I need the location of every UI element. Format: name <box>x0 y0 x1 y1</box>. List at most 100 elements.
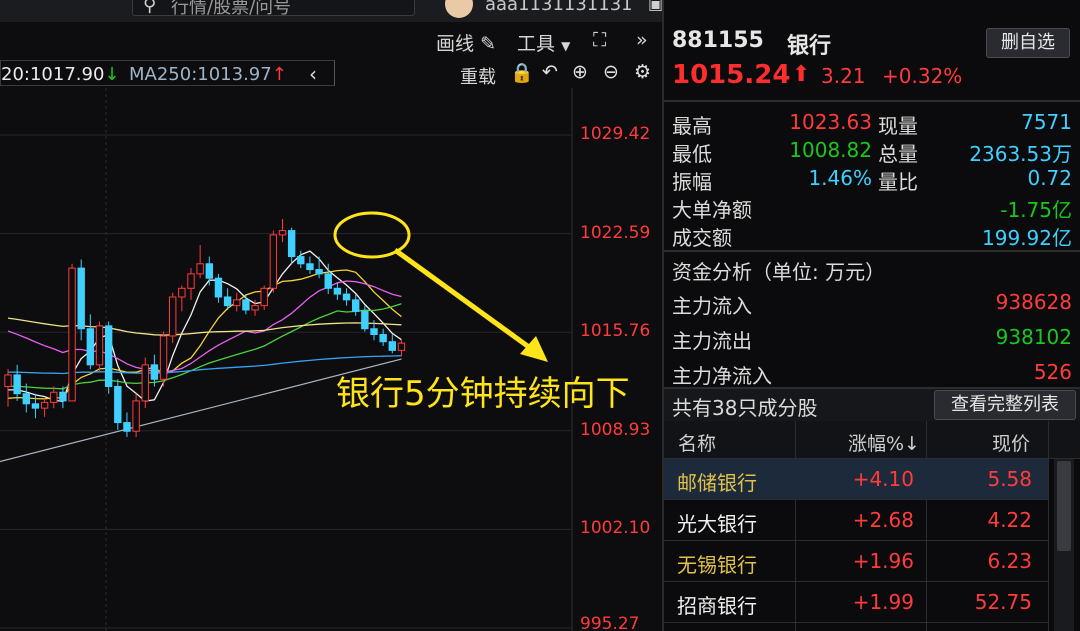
price-change-pct: +0.32% <box>882 64 963 88</box>
table-row[interactable]: 招商银行 +1.99 52.75 <box>664 582 1048 623</box>
col-change-header[interactable]: 涨幅%↓ <box>848 429 920 456</box>
change-cell: +1.96 <box>852 549 914 573</box>
indicator-row: 20:1017.90↓ MA250:1013.97↑ ‹ 重载 🔒 ↶ ⊕ ⊖ … <box>0 58 662 88</box>
view-full-list-button[interactable]: 查看完整列表 <box>934 390 1076 420</box>
zoom-in-icon[interactable]: ⊕ <box>572 61 588 83</box>
big-order-net-label: 大单净额 <box>672 198 752 222</box>
candle <box>13 374 21 395</box>
lock-icon[interactable]: 🔒 <box>510 61 534 84</box>
search-placeholder: 行情/股票/问号 <box>171 0 292 18</box>
turnover-label: 成交额 <box>672 226 732 250</box>
stat-value: 1.46% <box>808 166 872 190</box>
stock-name: 银行 <box>787 34 832 59</box>
table-row[interactable]: 邮储银行 +4.10 5.58 <box>664 459 1048 500</box>
tools-label: 工具 <box>517 33 556 55</box>
candle <box>223 296 232 307</box>
candle <box>95 325 104 366</box>
candle <box>233 299 241 307</box>
ma-values-box: 20:1017.90↓ MA250:1013.97↑ ‹ <box>0 60 335 86</box>
search-input[interactable]: ⚲ 行情/股票/问号 <box>132 0 415 18</box>
column-divider <box>1048 421 1049 631</box>
table-row[interactable]: 光大银行 +2.68 4.22 <box>664 500 1048 541</box>
col-price-header[interactable]: 现价 <box>992 429 1030 456</box>
candle <box>205 263 214 279</box>
col-name-header[interactable]: 名称 <box>678 429 716 456</box>
up-arrow-icon: ↑ <box>271 64 287 85</box>
candle <box>114 385 122 424</box>
candle <box>196 263 204 275</box>
candle <box>22 393 31 405</box>
candle <box>352 299 360 312</box>
candle <box>370 328 378 336</box>
candle <box>278 230 287 236</box>
fund-analysis-title: 资金分析（单位: 万元） <box>672 260 886 284</box>
fullscreen-icon[interactable]: ⛶ <box>593 29 606 51</box>
window-icon[interactable]: ▣ <box>648 0 663 13</box>
main-inflow-label: 主力流入 <box>672 294 752 318</box>
chart-toolbar: 画线 ✎ 工具 ▼ ⛶ » <box>0 26 662 56</box>
price-cell: 5.58 <box>987 467 1032 491</box>
candle <box>315 269 323 275</box>
quote-panel: 881155 银行 删自选 1015.24 ⬆ 3.21 +0.32% 最高 1… <box>662 0 1080 631</box>
candle <box>242 299 250 311</box>
candle <box>123 422 131 432</box>
candle <box>333 287 342 295</box>
candle <box>141 364 149 402</box>
candle <box>159 335 168 380</box>
undo-icon[interactable]: ↶ <box>542 61 558 83</box>
price-axis-label: 1029.42 <box>580 124 651 144</box>
price-cell: 6.23 <box>987 549 1032 573</box>
candle <box>77 267 85 330</box>
stat-value: 1008.82 <box>789 138 872 162</box>
main-outflow-value: 938102 <box>995 325 1072 349</box>
constituents-header: 共有38只成分股 查看完整列表 <box>664 389 1080 421</box>
search-icon: ⚲ <box>143 0 157 16</box>
reload-button[interactable]: 重载 <box>460 63 496 89</box>
stock-code: 881155 <box>672 28 764 53</box>
caret-down-icon: ▼ <box>561 39 571 53</box>
candle <box>86 328 95 366</box>
username[interactable]: aaa1131131131 <box>485 0 633 15</box>
stat-value: 0.72 <box>1027 166 1072 190</box>
stat-value: 7571 <box>1021 110 1072 134</box>
ma250-value: MA250:1013.97↑ <box>129 64 287 85</box>
candle <box>50 391 58 403</box>
price-axis-label: 995.27 <box>580 614 640 631</box>
candle <box>169 296 177 337</box>
last-price: 1015.24 <box>672 60 791 90</box>
stat-label: 最低 <box>672 142 712 166</box>
stat-label: 最高 <box>672 114 712 138</box>
table-row[interactable]: 无锡银行 +1.96 6.23 <box>664 541 1048 582</box>
candle <box>260 287 268 307</box>
constituents-table: 名称 涨幅%↓ 现价 邮储银行 +4.10 5.58 光大银行 +2.68 4.… <box>664 421 1080 631</box>
change-cell: +1.99 <box>852 590 914 614</box>
price-axis-label: 1022.59 <box>580 223 651 243</box>
draw-line-button[interactable]: 画线 ✎ <box>436 29 496 56</box>
price-cell: 52.75 <box>974 590 1032 614</box>
remove-watchlist-button[interactable]: 删自选 <box>986 28 1070 58</box>
candle <box>306 263 314 271</box>
change-cell: +2.68 <box>852 508 914 532</box>
chart-panel: ⚲ 行情/股票/问号 aaa1131131131 ▣ 画线 ✎ 工具 ▼ ⛶ »… <box>0 0 663 631</box>
main-inflow-value: 938628 <box>995 290 1072 314</box>
candle <box>342 293 351 301</box>
candle <box>287 230 296 258</box>
candle <box>251 305 259 311</box>
candlestick-chart[interactable] <box>0 88 662 631</box>
candle <box>361 310 369 330</box>
scrollbar[interactable] <box>1054 459 1074 631</box>
candle <box>187 273 195 289</box>
stock-name-cell: 招商银行 <box>677 594 757 618</box>
price-change: 3.21 <box>821 64 866 88</box>
gear-icon[interactable]: ⚙ <box>634 61 651 83</box>
chevron-left-icon[interactable]: ‹ <box>309 62 317 86</box>
collapse-icon[interactable]: » <box>636 29 648 51</box>
tools-menu[interactable]: 工具 ▼ <box>517 29 570 56</box>
scrollbar-thumb[interactable] <box>1057 461 1071 551</box>
big-order-net-value: -1.75亿 <box>1000 198 1072 222</box>
candle <box>104 325 113 387</box>
zoom-out-icon[interactable]: ⊖ <box>603 61 619 83</box>
avatar[interactable] <box>445 0 473 18</box>
candle <box>31 403 40 409</box>
stat-value: 2363.53万 <box>969 142 1072 166</box>
